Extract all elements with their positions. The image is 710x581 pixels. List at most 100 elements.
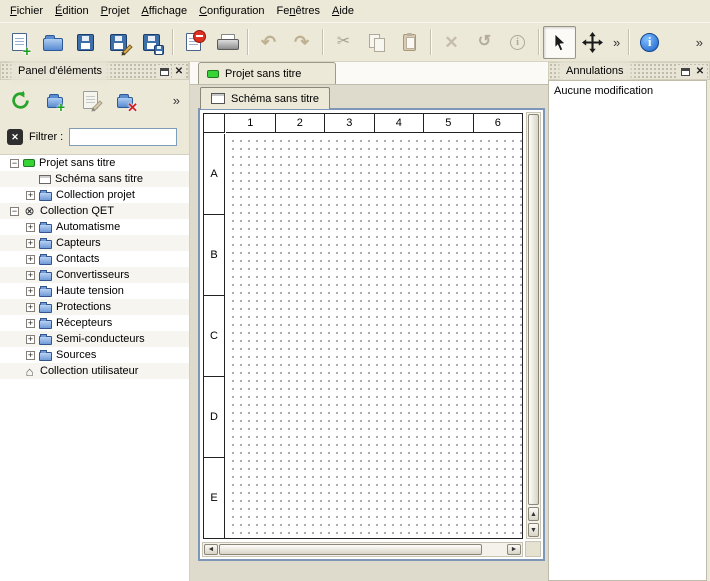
tree-item-automatisme[interactable]: +Automatisme bbox=[0, 219, 189, 235]
tree-item-contacts[interactable]: +Contacts bbox=[0, 251, 189, 267]
tree-expander[interactable]: − bbox=[10, 207, 19, 216]
plus-badge-icon: + bbox=[57, 102, 65, 112]
tree-item-collection-qet[interactable]: −⊗Collection QET bbox=[0, 203, 189, 219]
tree-item-semi-conducteurs[interactable]: +Semi-conducteurs bbox=[0, 331, 189, 347]
tree-expander[interactable]: + bbox=[26, 271, 35, 280]
element-info-button[interactable]: i bbox=[501, 26, 534, 59]
tree-expander[interactable]: + bbox=[26, 191, 35, 200]
save-as-button[interactable] bbox=[102, 26, 135, 59]
tree-item-label: Capteurs bbox=[56, 237, 101, 249]
scroll-left-button[interactable]: ◄ bbox=[204, 544, 218, 555]
select-mode-button[interactable] bbox=[543, 26, 576, 59]
save-button[interactable] bbox=[69, 26, 102, 59]
float-panel-button[interactable] bbox=[678, 65, 692, 79]
clear-filter-icon[interactable]: ✕ bbox=[7, 129, 23, 145]
schema-tab[interactable]: Schéma sans titre bbox=[200, 87, 330, 109]
tree-item-haute-tension[interactable]: + Haute tension bbox=[0, 283, 189, 299]
menu-item-2[interactable]: Projet bbox=[95, 2, 136, 20]
tree-expander[interactable]: + bbox=[26, 287, 35, 296]
ruler-column-5: 5 bbox=[423, 114, 473, 132]
open-file-button[interactable] bbox=[36, 26, 69, 59]
vertical-scrollbar-thumb[interactable] bbox=[528, 114, 539, 505]
save-all-button[interactable] bbox=[135, 26, 168, 59]
tree-expander[interactable]: + bbox=[26, 319, 35, 328]
tree-item-protections[interactable]: +Protections bbox=[0, 299, 189, 315]
menu-item-1[interactable]: Édition bbox=[49, 2, 95, 20]
move-mode-button[interactable] bbox=[576, 26, 609, 59]
tree-expander[interactable]: + bbox=[26, 255, 35, 264]
new-file-button[interactable]: + bbox=[3, 26, 36, 59]
cut-button[interactable]: ✂ bbox=[327, 26, 360, 59]
ruler-row-D: D bbox=[204, 376, 224, 457]
tree-item-collection-utilisateur[interactable]: ⌂Collection utilisateur bbox=[0, 363, 189, 379]
tree-expander[interactable]: + bbox=[26, 303, 35, 312]
refresh-icon bbox=[11, 91, 30, 110]
delete-element-button[interactable]: ✕ bbox=[110, 85, 140, 115]
close-panel-button[interactable]: ✕ bbox=[172, 65, 186, 79]
schema-canvas[interactable] bbox=[226, 134, 522, 538]
schema-view: 123456 ABCDE ▲ ▼ ◄ ► bbox=[198, 108, 545, 561]
tree-expander[interactable]: − bbox=[10, 159, 19, 168]
tree-item-convertisseurs[interactable]: +Convertisseurs bbox=[0, 267, 189, 283]
menu-item-4[interactable]: Configuration bbox=[193, 2, 270, 20]
float-panel-button[interactable] bbox=[157, 65, 171, 79]
edit-element-button[interactable] bbox=[75, 85, 105, 115]
menu-item-3[interactable]: Affichage bbox=[135, 2, 193, 20]
element-tree: −Projet sans titreSchéma sans titre+Coll… bbox=[0, 154, 189, 581]
reload-collections-button[interactable] bbox=[5, 85, 35, 115]
undo-panel-titlebar[interactable]: Annulations ✕ bbox=[548, 62, 710, 80]
folder-icon bbox=[39, 240, 52, 249]
print-button[interactable] bbox=[210, 26, 243, 59]
ruler-column-3: 3 bbox=[324, 114, 374, 132]
horizontal-scrollbar[interactable]: ◄ ► bbox=[202, 542, 523, 557]
close-panel-button[interactable]: ✕ bbox=[693, 65, 707, 79]
toolbar-overflow-chevron[interactable]: » bbox=[609, 35, 624, 50]
scroll-right-button[interactable]: ► bbox=[507, 544, 521, 555]
filter-input[interactable] bbox=[69, 128, 177, 146]
menu-item-5[interactable]: Fenêtres bbox=[271, 2, 326, 20]
tree-item-capteurs[interactable]: + Capteurs bbox=[0, 235, 189, 251]
vertical-scrollbar[interactable]: ▲ ▼ bbox=[526, 112, 541, 539]
paste-button[interactable] bbox=[393, 26, 426, 59]
tree-item-sources[interactable]: +Sources bbox=[0, 347, 189, 363]
ruler-row-E: E bbox=[204, 457, 224, 538]
close-file-button[interactable] bbox=[177, 26, 210, 59]
tree-item-label: Haute tension bbox=[56, 285, 124, 297]
toolbar-separator bbox=[430, 29, 431, 55]
tree-item-projet-sans-titre[interactable]: −Projet sans titre bbox=[0, 155, 189, 171]
delete-button[interactable]: ✕ bbox=[435, 26, 468, 59]
folder-icon bbox=[39, 336, 52, 345]
scroll-down-button[interactable]: ▼ bbox=[528, 523, 539, 537]
menu-item-6[interactable]: Aide bbox=[326, 2, 360, 20]
copy-button[interactable] bbox=[360, 26, 393, 59]
tree-expander[interactable]: + bbox=[26, 351, 35, 360]
tree-expander[interactable]: + bbox=[26, 223, 35, 232]
tree-item-recepteurs[interactable]: + Récepteurs bbox=[0, 315, 189, 331]
help-button[interactable]: i bbox=[633, 26, 666, 59]
folder-icon bbox=[39, 192, 52, 201]
folder-icon bbox=[39, 304, 52, 313]
elements-panel: Panel d'éléments ✕ + ✕ » ✕ Filtrer : −Pr… bbox=[0, 62, 190, 581]
project-tab[interactable]: Projet sans titre bbox=[198, 62, 336, 84]
undo-button[interactable]: ↶ bbox=[252, 26, 285, 59]
tree-item-collection-projet[interactable]: +Collection projet bbox=[0, 187, 189, 203]
new-element-button[interactable]: + bbox=[40, 85, 70, 115]
tree-item-schema-sans-titre[interactable]: Schéma sans titre bbox=[0, 171, 189, 187]
qet-icon: ⊗ bbox=[23, 204, 36, 218]
elements-panel-titlebar[interactable]: Panel d'éléments ✕ bbox=[0, 62, 189, 80]
toolbar-overflow-chevron-right[interactable]: » bbox=[692, 35, 707, 50]
copy-icon bbox=[368, 34, 385, 51]
scrollbar-corner bbox=[525, 541, 541, 557]
rotate-button[interactable]: ↺ bbox=[468, 26, 501, 59]
menu-item-0[interactable]: Fichier bbox=[4, 2, 49, 20]
toolbar-separator bbox=[172, 29, 173, 55]
close-icon: ✕ bbox=[175, 67, 183, 77]
redo-button[interactable]: ↷ bbox=[285, 26, 318, 59]
tree-expander[interactable]: + bbox=[26, 335, 35, 344]
tree-expander[interactable]: + bbox=[26, 239, 35, 248]
horizontal-scrollbar-thumb[interactable] bbox=[219, 544, 482, 555]
tree-item-label: Récepteurs bbox=[56, 317, 112, 329]
panel-toolbar-overflow-chevron[interactable]: » bbox=[169, 93, 184, 108]
scroll-up-button[interactable]: ▲ bbox=[528, 507, 539, 521]
undo-list[interactable]: Aucune modification bbox=[548, 80, 707, 581]
